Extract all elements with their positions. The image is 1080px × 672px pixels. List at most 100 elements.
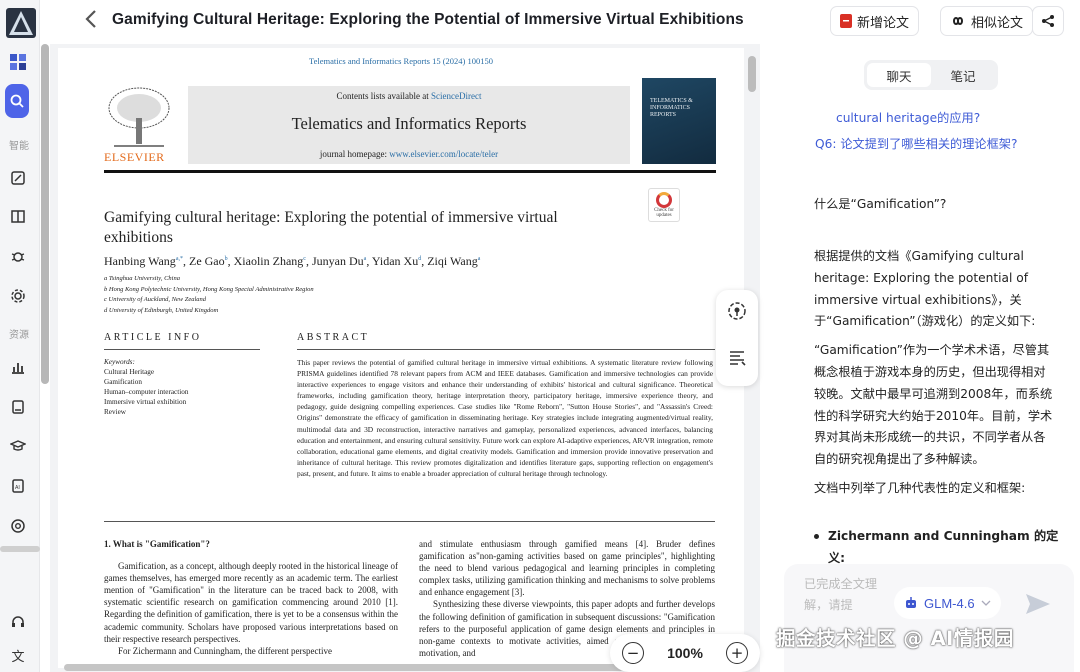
zoom-out-label: − <box>626 643 640 662</box>
ai-doc-icon[interactable]: AI <box>8 476 28 496</box>
tree-logo-icon <box>108 87 170 147</box>
affiliation: c University of Auckland, New Zealand <box>104 296 207 303</box>
gear-icon[interactable] <box>8 286 28 306</box>
search-icon[interactable] <box>5 84 29 118</box>
section-label-resources: 资源 <box>9 330 29 341</box>
watermark-text: 掘金技术社区 @ AI情报园 <box>776 627 1014 650</box>
note-icon[interactable] <box>8 397 28 417</box>
pdf-viewer[interactable]: Telematics and Informatics Reports 15 (2… <box>50 44 760 672</box>
answer-paragraph: 文档中列举了几种代表性的定义和框架: <box>814 480 1026 495</box>
chat-panel: 聊天 笔记 cultural heritage的应用? Q6: 论文提到了哪些相… <box>784 44 1080 672</box>
similar-paper-button[interactable]: 相似论文 <box>940 6 1034 36</box>
publisher-name: ELSEVIER <box>104 150 165 164</box>
bug-icon[interactable] <box>8 246 28 266</box>
keywords-block: Keywords: Cultural Heritage Gamification… <box>104 357 188 417</box>
section-label-smart: 智能 <box>9 141 29 152</box>
homepage-link[interactable]: www.elsevier.com/locate/teler <box>389 149 498 159</box>
journal-cover: TELEMATICS & INFORMATICS REPORTS <box>642 78 716 164</box>
keyword: Gamification <box>104 378 142 386</box>
author-sup[interactable]: a,* <box>176 256 183 262</box>
send-icon[interactable] <box>1024 592 1052 616</box>
answer-paragraph: 根据提供的文档《Gamifying cultural heritage: Exp… <box>814 249 1036 329</box>
header-rule <box>104 170 716 173</box>
body-paragraph: Gamification, as a concept, although dee… <box>104 561 398 644</box>
book-icon[interactable] <box>8 206 28 226</box>
zoom-level: 100% <box>667 645 703 661</box>
share-button[interactable] <box>1032 6 1064 36</box>
body-column-left: 1. What is "Gamification"? Gamification,… <box>104 538 398 657</box>
homepage-prefix: journal homepage: <box>319 149 388 159</box>
svg-text:AI: AI <box>15 485 20 491</box>
model-name: GLM-4.6 <box>924 595 975 611</box>
language-icon[interactable]: 文 <box>8 645 28 665</box>
headset-icon[interactable] <box>8 612 28 632</box>
author-sup[interactable]: a <box>478 256 481 262</box>
zoom-in-label: + <box>730 643 744 662</box>
tab-chat[interactable]: 聊天 <box>867 63 931 87</box>
app-window: 智能 资源 AI 文 Gamifying Cultural Heritage: … <box>0 0 1080 672</box>
pdf-icon <box>840 14 852 28</box>
tab-notes[interactable]: 笔记 <box>931 63 995 87</box>
sidebar-scrollbar[interactable] <box>0 546 40 552</box>
author-sup[interactable]: d <box>418 256 421 262</box>
zoom-in-button[interactable]: + <box>726 642 748 664</box>
suggested-question[interactable]: cultural heritage的应用? <box>836 108 980 126</box>
sidebar-scroll-thumb[interactable] <box>41 44 49 384</box>
suggested-question[interactable]: Q6: 论文提到了哪些相关的理论框架? <box>815 134 1017 152</box>
pdf-page: Telematics and Informatics Reports 15 (2… <box>58 48 744 668</box>
model-selector[interactable]: GLM-4.6 <box>894 587 1001 619</box>
floating-toolbar <box>716 290 758 386</box>
robot-icon <box>906 597 916 608</box>
author-name: Yidan Xu <box>371 254 419 268</box>
pdf-vertical-scrollbar[interactable] <box>748 56 756 92</box>
app-logo-icon[interactable] <box>6 8 36 38</box>
zoom-out-button[interactable]: − <box>622 642 644 664</box>
divider <box>104 521 715 522</box>
header-bar: Gamifying Cultural Heritage: Exploring t… <box>50 0 1080 44</box>
chevron-down-icon <box>981 600 991 606</box>
chat-input-placeholder[interactable]: 已完成全文理解，请提 <box>804 574 884 616</box>
at-sign-icon[interactable] <box>8 516 28 536</box>
share-icon <box>1042 15 1054 27</box>
author-sup[interactable]: b <box>225 256 228 262</box>
contents-prefix: Contents lists available at <box>336 91 429 101</box>
journal-name: Telematics and Informatics Reports <box>291 114 527 133</box>
keyword: Immersive virtual exhibition <box>104 398 187 406</box>
affiliation: a Tsinghua University, China <box>104 275 180 282</box>
edit-doc-icon[interactable] <box>8 168 28 188</box>
infinity-icon <box>953 17 964 25</box>
affiliations: a Tsinghua University, China b Hong Kong… <box>104 274 314 316</box>
abstract-heading: ABSTRACT <box>297 332 370 343</box>
locate-icon[interactable] <box>727 301 747 321</box>
page-title: Gamifying Cultural Heritage: Exploring t… <box>112 11 744 28</box>
chat-input-area[interactable]: 已完成全文理解，请提 GLM-4.6 <box>784 564 1074 672</box>
author-list: Hanbing Wanga,*, Ze Gaob, Xiaolin Zhangc… <box>104 254 481 268</box>
similar-paper-label: 相似论文 <box>971 15 1024 31</box>
add-paper-button[interactable]: 新增论文 <box>830 6 920 36</box>
back-arrow-icon[interactable] <box>84 8 98 36</box>
author-sup[interactable]: c <box>303 256 306 262</box>
divider <box>104 349 260 350</box>
check-updates-label: Check for updates <box>654 208 674 218</box>
answer-paragraph: “Gamification”作为一个学术术语，尽管其概念根植于游戏本身的历史，但… <box>814 343 1053 467</box>
bar-chart-icon[interactable] <box>8 357 28 377</box>
author-sup[interactable]: a <box>364 256 367 262</box>
elsevier-logo: ELSEVIER <box>104 84 174 164</box>
outline-list-icon[interactable] <box>727 348 747 368</box>
graduation-cap-icon[interactable] <box>8 436 28 456</box>
grid-cube-icon[interactable] <box>8 52 28 72</box>
assistant-message: 根据提供的文档《Gamifying cultural heritage: Exp… <box>814 246 1054 507</box>
check-updates-badge[interactable]: Check for updates <box>648 188 680 222</box>
author-name: Ze Gao <box>188 254 225 268</box>
article-info-heading: ARTICLE INFO <box>104 332 202 343</box>
author-name: Junyan Du <box>311 254 364 268</box>
affiliation: d University of Edinburgh, United Kingdo… <box>104 306 219 314</box>
journal-reference: Telematics and Informatics Reports 15 (2… <box>309 56 493 66</box>
sciencedirect-link[interactable]: ScienceDirect <box>431 91 481 101</box>
paper-title: Gamifying cultural heritage: Exploring t… <box>104 209 558 246</box>
divider <box>297 349 715 350</box>
keyword: Human–computer interaction <box>104 388 189 396</box>
author-name: Hanbing Wang <box>104 254 176 268</box>
language-label: 文 <box>11 649 25 665</box>
left-sidebar: 智能 资源 AI 文 <box>0 0 40 672</box>
